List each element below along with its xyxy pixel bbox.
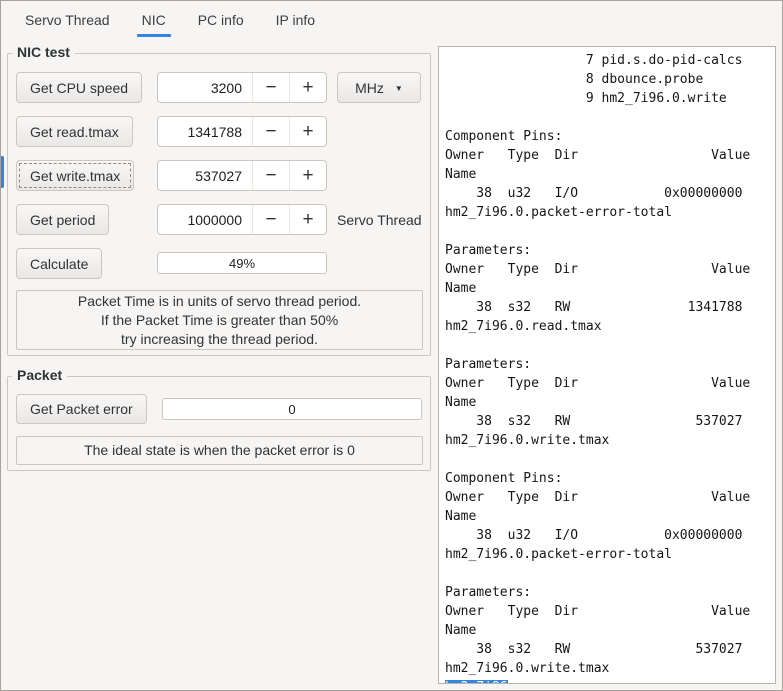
hal-output-selected-line: hm2_7i96: [445, 678, 775, 683]
hal-output-selected-text: hm2_7i96: [445, 680, 508, 683]
hal-output-textview[interactable]: 7 pid.s.do-pid-calcs 8 dbounce.probe 9 h…: [438, 46, 776, 684]
packet-time-note-line3: try increasing the thread period.: [121, 331, 318, 347]
packet-frame: Packet Get Packet error 0 The ideal stat…: [7, 367, 431, 471]
period-row: Get period 1000000 − + Servo Thread: [8, 204, 430, 235]
write-tmax-row: Get write.tmax 537027 − +: [8, 160, 430, 191]
focus-edge-indicator: [1, 156, 4, 188]
hal-output-text: 7 pid.s.do-pid-calcs 8 dbounce.probe 9 h…: [445, 53, 751, 676]
tab-pc-info-label: PC info: [197, 12, 244, 28]
minus-icon[interactable]: −: [252, 117, 289, 146]
cpu-speed-spinbox[interactable]: 3200 − +: [157, 72, 327, 103]
packet-time-percent: 49%: [228, 255, 256, 271]
chevron-down-icon: ▼: [394, 83, 403, 93]
write-tmax-value[interactable]: 537027: [158, 161, 252, 190]
app-window: Servo Thread NIC PC info IP info NIC tes…: [0, 0, 783, 691]
get-packet-error-button[interactable]: Get Packet error: [16, 394, 147, 424]
tab-servo-thread[interactable]: Servo Thread: [9, 1, 126, 39]
packet-time-note-line1: Packet Time is in units of servo thread …: [77, 293, 362, 309]
tab-nic-label: NIC: [141, 12, 166, 28]
get-cpu-speed-button[interactable]: Get CPU speed: [16, 72, 143, 103]
packet-time-note-line2: If the Packet Time is greater than 50%: [100, 312, 339, 328]
plus-icon[interactable]: +: [289, 161, 326, 190]
tab-ip-info-label: IP info: [275, 12, 316, 28]
minus-icon[interactable]: −: [252, 205, 289, 234]
mhz-unit-dropdown[interactable]: MHz ▼: [337, 72, 421, 103]
plus-icon[interactable]: +: [289, 205, 326, 234]
tab-servo-thread-label: Servo Thread: [25, 12, 110, 28]
period-value[interactable]: 1000000: [158, 205, 252, 234]
read-tmax-spinbox[interactable]: 1341788 − +: [157, 116, 327, 147]
calculate-button[interactable]: Calculate: [16, 248, 103, 279]
plus-icon[interactable]: +: [289, 73, 326, 102]
tab-pc-info[interactable]: PC info: [182, 1, 260, 39]
minus-icon[interactable]: −: [252, 161, 289, 190]
packet-time-note: Packet Time is in units of servo thread …: [16, 290, 423, 350]
packet-frame-title: Packet: [12, 367, 68, 383]
nic-test-frame: NIC test Get CPU speed 3200 − + MHz ▼ Ge…: [7, 44, 431, 356]
packet-error-note: The ideal state is when the packet error…: [16, 436, 423, 465]
packet-time-progressbar: 49%: [157, 252, 327, 274]
nic-test-frame-title: NIC test: [12, 44, 75, 60]
period-spinbox[interactable]: 1000000 − +: [157, 204, 327, 235]
mhz-unit-dropdown-value: MHz: [355, 79, 384, 96]
write-tmax-spinbox[interactable]: 537027 − +: [157, 160, 327, 191]
read-tmax-value[interactable]: 1341788: [158, 117, 252, 146]
tab-bar: Servo Thread NIC PC info IP info: [1, 1, 782, 39]
minus-icon[interactable]: −: [252, 73, 289, 102]
calculate-row: Calculate 49%: [8, 248, 430, 279]
packet-error-field[interactable]: 0: [162, 398, 422, 420]
servo-thread-label: Servo Thread: [337, 211, 422, 228]
get-write-tmax-button[interactable]: Get write.tmax: [16, 160, 135, 191]
plus-icon[interactable]: +: [289, 117, 326, 146]
cpu-speed-value[interactable]: 3200: [158, 73, 252, 102]
tab-ip-info[interactable]: IP info: [260, 1, 331, 39]
read-tmax-row: Get read.tmax 1341788 − +: [8, 116, 430, 147]
get-period-button[interactable]: Get period: [16, 204, 110, 235]
get-read-tmax-button[interactable]: Get read.tmax: [16, 116, 133, 147]
tab-nic[interactable]: NIC: [126, 1, 182, 39]
cpu-speed-row: Get CPU speed 3200 − + MHz ▼: [8, 72, 430, 103]
